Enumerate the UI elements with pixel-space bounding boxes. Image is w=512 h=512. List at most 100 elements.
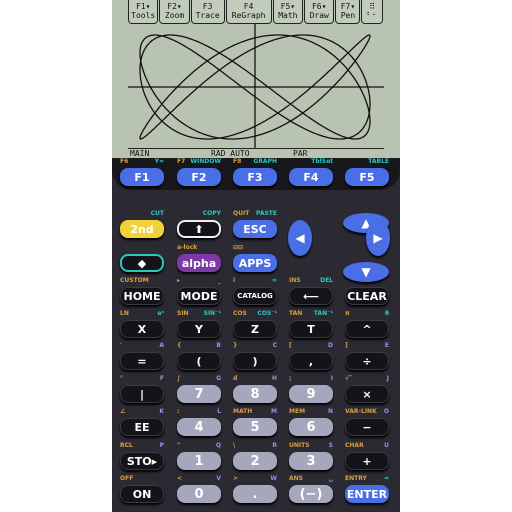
key-3-1[interactable]: Y [177, 320, 221, 338]
key-8-1-alt-label: V [216, 475, 221, 482]
key-6-4[interactable]: − [345, 418, 389, 436]
key-5-4[interactable]: × [345, 385, 389, 403]
menu-fkey: F4 [243, 2, 254, 11]
key-7-3[interactable]: 3 [289, 452, 333, 470]
key-8-1[interactable]: 0 [177, 485, 221, 503]
key-7-1-alt-label: Q [215, 442, 221, 449]
menu-6[interactable]: F7▾ Pen [335, 0, 361, 24]
key-7-4[interactable]: + [345, 452, 389, 470]
key-5-2[interactable]: 8 [233, 385, 277, 403]
key-5-0-alt-label: F [159, 375, 164, 382]
key-7-2[interactable]: 2 [233, 452, 277, 470]
key-8-0[interactable]: ON [120, 485, 164, 503]
key-6-1-alt-label: L [217, 408, 221, 415]
key-8-4[interactable]: ENTER [345, 485, 389, 503]
arrow-right-button[interactable]: ▶ [366, 220, 390, 256]
key-0-2[interactable]: ESC [233, 220, 277, 238]
key-3-2-second-label: COS [233, 310, 247, 317]
key-5-2-second-label: d [233, 375, 238, 382]
key-3-0[interactable]: X [120, 320, 164, 338]
key-4-3-second-label: [ [289, 342, 292, 349]
key-8-2[interactable]: . [233, 485, 277, 503]
key-3-3-second-label: TAN [289, 310, 303, 317]
arrow-left-button[interactable]: ◀ [288, 220, 312, 256]
key-4-1[interactable]: ( [177, 352, 221, 370]
key-5-4-alt-label: J [386, 375, 389, 382]
graph-area [128, 24, 384, 148]
key-0-0[interactable]: 2nd [120, 220, 164, 238]
menu-3[interactable]: F4 ReGraph [225, 0, 272, 24]
key-3-4[interactable]: ^ [345, 320, 389, 338]
menu-1[interactable]: F2▾ Zoom [159, 0, 190, 24]
key-7-3-second-label: UNITS [289, 442, 310, 449]
key-2-0[interactable]: HOME [120, 287, 164, 305]
key-f3-second-label: F8 [233, 158, 242, 165]
key-4-2[interactable]: ) [233, 352, 277, 370]
key-3-0-second-label: LN [120, 310, 129, 317]
key-3-3-alt-label: TAN⁻¹ [313, 310, 333, 317]
key-0-1[interactable]: ⬆ [177, 220, 221, 238]
key-4-4-second-label: ] [345, 342, 348, 349]
menu-0[interactable]: F1▾ Tools [128, 0, 159, 24]
key-2-3[interactable]: ⟵ [289, 287, 333, 305]
key-5-2-alt-label: H [271, 375, 277, 382]
key-4-1-second-label: { [177, 342, 182, 349]
menu-7[interactable]: ⠿ ⠃⠂ [361, 0, 384, 24]
key-3-4-alt-label: θ [384, 310, 389, 317]
key-f1-second-label: F6 [120, 158, 129, 165]
arrow-down-button[interactable]: ▼ [343, 262, 389, 282]
menu-label: Zoom [164, 11, 185, 20]
key-5-1[interactable]: 7 [177, 385, 221, 403]
menu-5[interactable]: F6▾ Draw [304, 0, 335, 24]
key-f5[interactable]: F5 [345, 168, 389, 186]
keypad: F1 F6 Y= F2 F7 WINDOW F3 F8 GRAPH F4 TblSet F5 TABLE… [112, 158, 400, 512]
menu-4[interactable]: F5▾ Math [272, 0, 304, 24]
key-f2-second-label: F7 [177, 158, 186, 165]
key-1-1[interactable]: alpha [177, 254, 221, 272]
key-3-3[interactable]: T [289, 320, 333, 338]
menu-label: Tools [131, 11, 156, 20]
key-f3[interactable]: F3 [233, 168, 277, 186]
key-1-0[interactable]: ◆ [120, 254, 164, 272]
key-7-1[interactable]: 1 [177, 452, 221, 470]
key-4-0[interactable]: = [120, 352, 164, 370]
key-4-4[interactable]: ÷ [345, 352, 389, 370]
calculator-screen: F1▾ Tools F2▾ Zoom F3 Trace F4 ReGraph F5▾ Math F6… [112, 0, 400, 158]
key-6-2-alt-label: M [271, 408, 277, 415]
key-f2[interactable]: F2 [177, 168, 221, 186]
menu-fkey: F3 [202, 2, 213, 11]
key-3-4-second-label: π [345, 310, 350, 317]
key-7-0[interactable]: STO▸ [120, 452, 164, 470]
key-6-3-alt-label: N [327, 408, 333, 415]
key-8-2-alt-label: W [270, 475, 277, 482]
key-6-0-second-label: ∠ [120, 408, 126, 415]
key-f4[interactable]: F4 [289, 168, 333, 186]
key-7-3-alt-label: S [328, 442, 333, 449]
key-4-0-alt-label: A [159, 342, 164, 349]
key-7-4-alt-label: U [384, 442, 389, 449]
menu-fkey: F1▾ [135, 2, 151, 11]
key-6-1[interactable]: 4 [177, 418, 221, 436]
key-3-1-alt-label: SIN⁻¹ [203, 310, 221, 317]
key-2-1[interactable]: MODE [177, 287, 221, 305]
key-2-4[interactable]: CLEAR [345, 287, 389, 305]
key-6-2[interactable]: 5 [233, 418, 277, 436]
key-6-0[interactable]: EE [120, 418, 164, 436]
key-5-3[interactable]: 9 [289, 385, 333, 403]
menu-2[interactable]: F3 Trace [190, 0, 225, 24]
toolbar-menu: F1▾ Tools F2▾ Zoom F3 Trace F4 ReGraph F5▾ Math F6… [128, 0, 384, 24]
key-2-2[interactable]: CATALOG [233, 287, 277, 305]
key-4-3[interactable]: , [289, 352, 333, 370]
key-f1[interactable]: F1 [120, 168, 164, 186]
key-5-1-second-label: ∫ [177, 375, 181, 382]
key-6-3[interactable]: 6 [289, 418, 333, 436]
key-6-1-second-label: : [177, 408, 180, 415]
key-1-2[interactable]: APPS [233, 254, 277, 272]
key-8-3[interactable]: (−) [289, 485, 333, 503]
key-6-2-second-label: MATH [233, 408, 253, 415]
key-4-1-alt-label: B [216, 342, 221, 349]
menu-label: Draw [309, 11, 329, 20]
key-3-2[interactable]: Z [233, 320, 277, 338]
menu-fkey: F5▾ [280, 2, 296, 11]
key-5-0[interactable]: | [120, 385, 164, 403]
